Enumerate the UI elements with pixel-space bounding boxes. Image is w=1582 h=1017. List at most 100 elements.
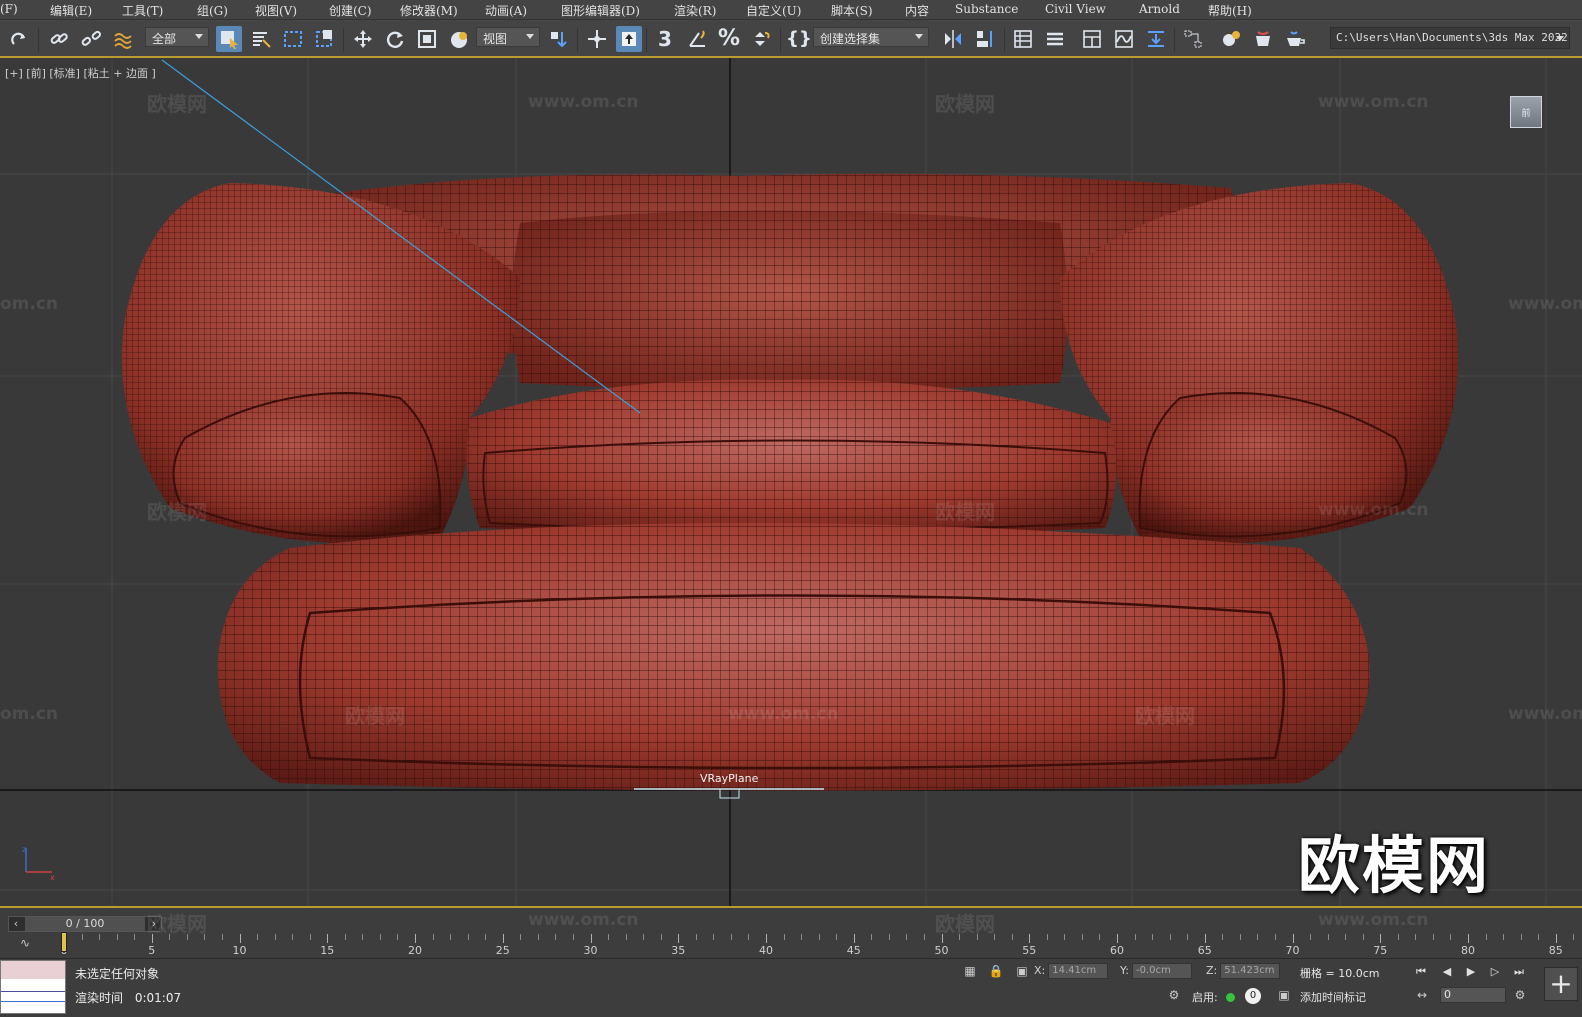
time-slider-prev-icon[interactable]: ‹ [9,917,23,931]
go-to-start-icon[interactable]: ⏮ [1412,964,1430,980]
rect-selection-icon[interactable] [280,26,306,52]
menu-item[interactable]: 动画(A) [485,2,527,19]
bind-spacewarp-icon[interactable] [110,26,136,52]
scene-explorer-icon[interactable] [1010,26,1036,52]
reference-coord-dropdown[interactable]: 视图 [476,27,540,47]
menu-item[interactable]: 工具(T) [122,2,163,19]
menu-item[interactable]: 内容 [905,2,929,19]
schematic-view-icon[interactable] [1180,26,1206,52]
isolate-selection-icon[interactable]: ▦ [962,963,978,979]
coord-z-field[interactable]: 51.423cm [1220,963,1281,979]
placement-icon[interactable] [446,26,472,52]
selection-filter-dropdown[interactable]: 全部 [145,27,209,47]
current-frame-field[interactable]: 0 [1440,987,1506,1003]
menu-item[interactable]: 视图(V) [255,2,297,19]
time-configuration-icon[interactable]: ⚙ [1512,987,1528,1003]
watermark: 欧模网 [935,500,995,524]
material-editor-icon[interactable] [1218,26,1244,52]
current-frame-marker[interactable] [61,932,67,952]
spinner-snap-icon[interactable] [748,26,774,52]
enable-indicator[interactable] [1226,993,1235,1002]
add-time-tag[interactable]: 添加时间标记 [1300,989,1366,1005]
timeline-tick [502,934,504,943]
create-button[interactable]: + [1544,967,1578,1001]
coord-y-field[interactable]: -0.0cm [1131,963,1192,979]
scale-icon[interactable] [414,26,440,52]
selection-lock-icon[interactable]: 🔒 [988,963,1004,979]
rotate-icon[interactable] [382,26,408,52]
viewcube[interactable]: 前 [1510,96,1542,128]
unlink-icon[interactable] [78,26,104,52]
snap-toggle-icon[interactable]: 3 [652,26,678,52]
move-icon[interactable] [350,26,376,52]
timeline-tick [1204,934,1206,943]
vrayplane-label[interactable]: VRayPlane [700,772,758,785]
edit-named-sets-icon[interactable]: {} [786,26,812,52]
select-by-name-icon[interactable] [248,26,274,52]
menu-item[interactable]: 编辑(E) [50,2,92,19]
viewport-canvas[interactable]: z x [0,58,1582,906]
watermark-big: 欧模网 [1297,829,1490,902]
menu-item[interactable]: 脚本(S) [831,2,873,19]
menu-item[interactable]: Civil View [1045,2,1106,16]
angle-snap-icon[interactable] [684,26,710,52]
time-slider-thumb[interactable]: 0 / 100 [25,917,145,931]
adaptive-degradation-icon[interactable]: ⚙ [1166,987,1182,1003]
menu-item[interactable]: 自定义(U) [746,2,801,19]
sofa-model[interactable] [122,173,1458,791]
curve-editor-icon[interactable] [1111,26,1137,52]
timeline-tick [415,934,416,943]
maxscript-mini-listener[interactable] [0,960,66,1014]
menu-item[interactable]: 组(G) [197,2,228,19]
go-to-end-icon[interactable]: ⏭ [1510,964,1528,980]
timeline-tick [151,934,153,943]
menu-item[interactable]: 图形编辑器(D) [561,2,640,19]
timeline-ruler[interactable]: 0510152025303540455055606570758085 [60,934,1580,958]
redo-icon[interactable] [6,26,32,52]
timeline-tick [1064,934,1066,940]
percent-snap-icon[interactable]: % [716,26,742,52]
named-selection-sets-dropdown[interactable]: 创建选择集 [813,27,929,47]
mirror-icon[interactable] [940,26,966,52]
viewport-label[interactable]: [+] [前] [标准] [粘土 + 边面 ] [5,65,156,81]
timeline-tick-label: 30 [583,944,598,957]
timeline-tick [1029,934,1031,943]
ribbon-icon[interactable] [1079,26,1105,52]
pivot-icon[interactable] [546,26,572,52]
mini-curve-editor-icon[interactable]: ∿ [20,936,30,950]
project-path-dropdown[interactable]: C:\Users\Han\Documents\3ds Max 2022 [1330,27,1570,49]
coord-x-field[interactable]: 14.41cm [1048,963,1109,979]
menu-item[interactable]: Substance [955,2,1018,16]
timeline-tick [1239,934,1241,940]
layer-explorer-icon[interactable] [1042,26,1068,52]
watermark: om.cn [0,294,59,314]
align-icon[interactable] [972,26,998,52]
status-bar: 未选定任何对象 渲染时间 0:01:07 ▦ 🔒 ▣ X: 14.41cm Y: -… [0,958,1582,1017]
select-object-icon[interactable] [216,26,242,52]
menu-item[interactable]: Arnold [1139,2,1180,16]
menu-item[interactable]: (F) [0,2,18,16]
timeline-tick [1397,934,1399,940]
time-tag-icon[interactable]: ▣ [1276,987,1292,1003]
dope-sheet-icon[interactable] [1143,26,1169,52]
render-icon[interactable] [1282,26,1308,52]
timeline-tick [783,934,785,940]
front-viewport[interactable]: z x [+] [前] [标准] [粘土 + 边面 ] 前 欧模网 www.om… [0,58,1582,906]
manipulate-icon[interactable] [584,26,610,52]
time-config-arrows-icon[interactable]: ↔ [1414,987,1430,1003]
render-setup-icon[interactable] [1250,26,1276,52]
menu-item[interactable]: 渲染(R) [674,2,716,19]
time-slider[interactable]: ‹ 0 / 100 › [8,916,162,932]
next-frame-icon[interactable]: ▷ [1486,964,1504,980]
watermark: www.om.cn [728,704,839,724]
menu-item[interactable]: 帮助(H) [1208,2,1252,19]
play-icon[interactable]: ▶ [1462,964,1480,980]
window-crossing-icon[interactable] [312,26,338,52]
menu-item[interactable]: 修改器(M) [400,2,458,19]
previous-frame-icon[interactable]: ◀ [1438,964,1456,980]
keyboard-shortcut-override-icon[interactable] [616,26,642,52]
link-icon[interactable] [46,26,72,52]
absolute-mode-icon[interactable]: ▣ [1014,963,1030,979]
menu-item[interactable]: 创建(C) [329,2,372,19]
zero-badge[interactable]: 0 [1245,988,1261,1004]
